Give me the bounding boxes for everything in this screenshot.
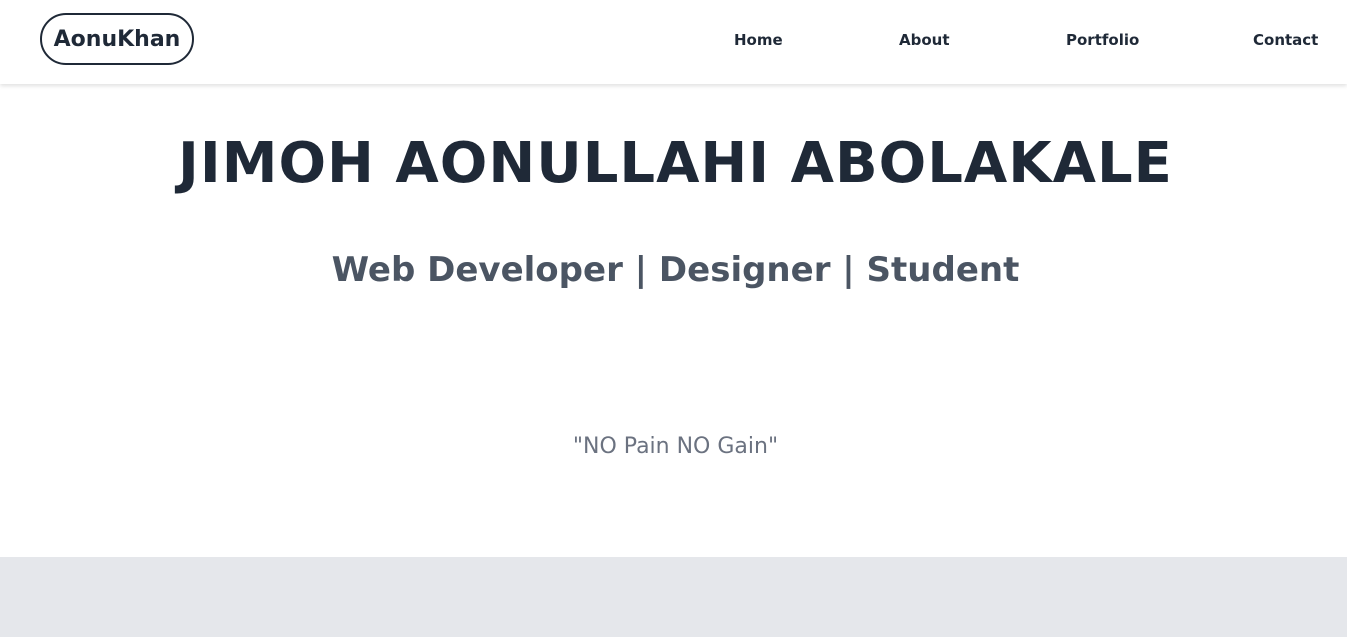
nav-link-home[interactable]: Home — [734, 30, 783, 50]
navbar: AonuKhan Home About Portfolio Contact — [0, 0, 1347, 84]
nav-link-about[interactable]: About — [899, 30, 950, 50]
hero-name-heading: JIMOH AONULLAHI ABOLAKALE — [178, 131, 1173, 196]
nav-link-contact[interactable]: Contact — [1253, 30, 1318, 50]
page: AonuKhan Home About Portfolio Contact JI… — [0, 0, 1347, 637]
logo-link[interactable]: AonuKhan — [40, 13, 194, 65]
next-section-background — [0, 557, 1347, 637]
nav-link-portfolio[interactable]: Portfolio — [1066, 30, 1139, 50]
hero-roles-subtitle: Web Developer | Designer | Student — [331, 250, 1020, 290]
hero-section: JIMOH AONULLAHI ABOLAKALE Web Developer … — [0, 84, 1347, 557]
hero-quote: "NO Pain NO Gain" — [572, 434, 779, 459]
